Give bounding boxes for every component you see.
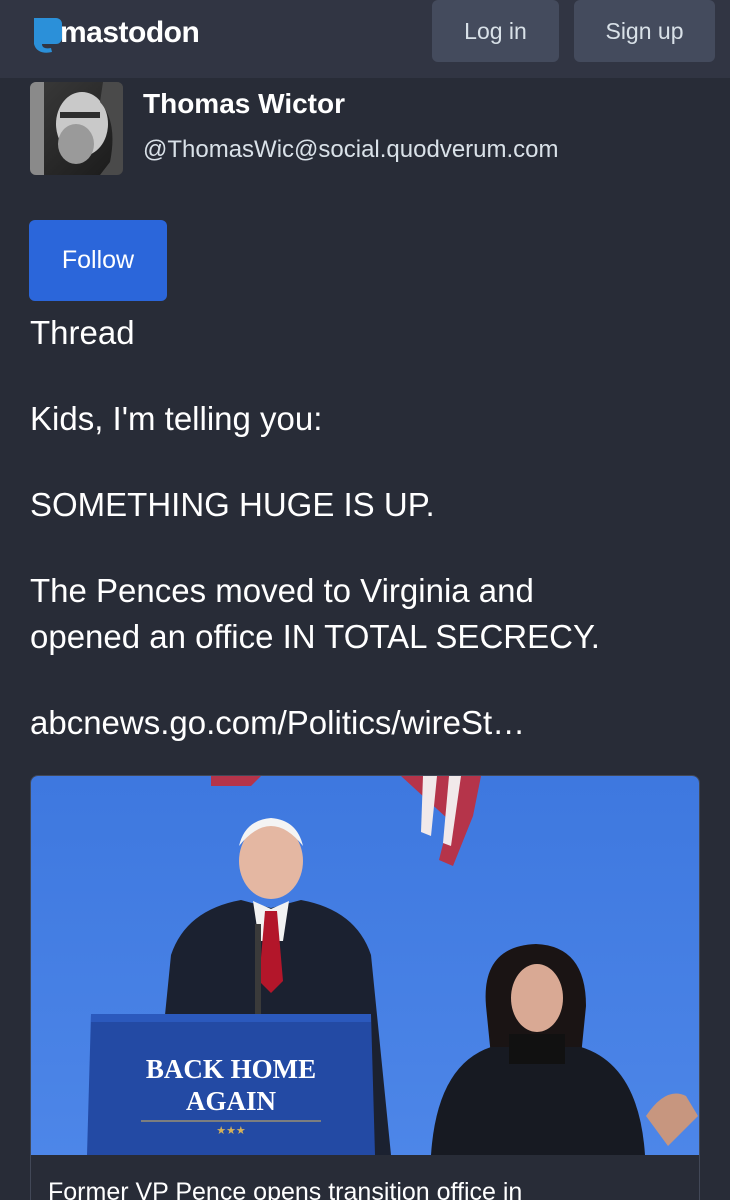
post-line: The Pences moved to Virginia and — [30, 572, 534, 609]
post-link[interactable]: abcnews.go.com/Politics/wireSt… — [30, 704, 525, 741]
link-preview-card[interactable]: BACK HOME AGAIN ★★★ Former VP Pence open… — [30, 775, 700, 1200]
podium-line2: AGAIN — [186, 1086, 277, 1116]
avatar[interactable] — [30, 82, 123, 175]
podium-stars: ★★★ — [216, 1124, 246, 1137]
display-name[interactable]: Thomas Wictor — [143, 88, 345, 120]
post-link-line: abcnews.go.com/Politics/wireSt… — [30, 700, 525, 746]
post-line: opened an office IN TOTAL SECRECY. — [30, 618, 600, 655]
post-line: Thread — [30, 314, 135, 351]
mastodon-logo[interactable]: mastodon — [28, 14, 200, 54]
signup-button[interactable]: Sign up — [574, 0, 715, 62]
avatar-image — [30, 82, 123, 175]
login-button[interactable]: Log in — [432, 0, 559, 62]
podium-line1: BACK HOME — [146, 1054, 316, 1084]
user-handle[interactable]: @ThomasWic@social.quodverum.com — [143, 136, 559, 164]
post-line: SOMETHING HUGE IS UP. — [30, 486, 435, 523]
post-line: Kids, I'm telling you: — [30, 400, 323, 437]
top-bar: mastodon Log in Sign up — [0, 0, 730, 78]
follow-button[interactable]: Follow — [29, 220, 167, 301]
logo-text: mastodon — [60, 16, 200, 49]
card-title: Former VP Pence opens transition office … — [48, 1178, 523, 1200]
card-image: BACK HOME AGAIN ★★★ — [31, 776, 699, 1155]
